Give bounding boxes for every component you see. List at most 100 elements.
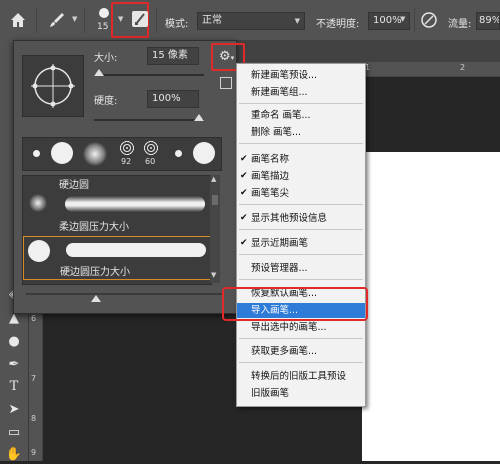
brush-stroke-preview [65,196,205,212]
menu-item-legacy-brushes[interactable]: 旧版画笔 [237,386,365,401]
rectangle-tool-icon[interactable]: ▭ [5,424,23,442]
brush-list: 硬边圆 柔边圆压力大小 硬边圆压力大小 [22,175,212,285]
menu-separator [239,362,363,363]
size-value: 15 像素 [152,50,188,61]
import-highlight-annotation [222,287,368,321]
menu-item-label: 获取更多画笔... [251,346,318,357]
hand-tool-icon[interactable]: ✋ [5,446,23,464]
mode-select-value: 正常 [202,15,222,26]
opacity-value: 100% [373,15,402,26]
small-dot-icon[interactable] [175,150,182,157]
brush-list-scrollbar[interactable]: ▲ ▼ [210,175,220,283]
menu-separator [239,229,363,230]
home-icon[interactable] [8,10,28,30]
ruler-tick-label: 2 [460,63,466,72]
brush-tip-dot [99,8,109,18]
hardness-slider-track[interactable] [94,119,204,121]
preset-size-label: 60 [145,157,156,166]
opacity-dropdown-icon[interactable]: ▼ [400,15,405,23]
brush-size-value: 15 [97,22,109,32]
brush-settings-panel-icon[interactable] [132,11,148,27]
menu-item-label: 旧版画笔 [251,388,290,399]
scroll-thumb[interactable] [212,195,218,205]
chevron-down-icon: ▼ [294,17,300,25]
menu-item-label: 显示其他预设信息 [251,213,328,224]
brush-name: 柔边圆压力大小 [59,222,129,233]
menu-item-rename-brush[interactable]: 重命名 画笔... [237,108,365,123]
textured-brush-icon[interactable] [143,140,159,156]
menu-separator [239,143,363,144]
size-input[interactable]: 15 像素 [147,47,199,65]
menu-item-get-more-brushes[interactable]: 获取更多画笔... [237,344,365,359]
type-tool-icon[interactable]: T [5,378,23,396]
menu-item-new-brush-preset[interactable]: 新建画笔预设... [237,68,365,83]
large-dot-icon[interactable] [193,142,215,164]
brush-name: 硬边圆 [59,180,89,191]
mode-select[interactable]: 正常 ▼ [197,12,305,30]
checkmark-icon: ✔ [240,154,248,164]
menu-item-export-selected-brushes[interactable]: 导出选中的画笔... [237,320,365,335]
brush-stroke-preview [66,243,206,257]
new-preset-icon[interactable] [220,77,232,89]
menu-separator [239,254,363,255]
flow-value: 89% [479,15,500,26]
list-item[interactable]: 柔边圆压力大小 [23,190,211,234]
soft-dot-icon [29,194,47,212]
menu-item-preset-manager[interactable]: 预设管理器... [237,261,365,276]
flow-label: 流量: [448,19,472,30]
gear-icon[interactable]: ⚙▾ [219,48,237,66]
scroll-up-icon[interactable]: ▲ [211,175,216,183]
brush-picker-chevron-icon[interactable]: ▼ [118,15,123,23]
flow-input[interactable]: 89% [476,12,500,30]
ruler-tick-label: 7 [31,374,37,383]
menu-item-show-recent-brushes[interactable]: ✔ 显示近期画笔 [237,236,365,251]
large-dot-icon[interactable] [51,142,73,164]
menu-item-brush-name[interactable]: ✔ 画笔名称 [237,152,365,167]
panel-resize-track[interactable] [26,293,222,295]
chevron-down-icon[interactable]: ▼ [72,15,77,23]
panel-resize-thumb[interactable] [91,295,101,302]
ruler-tick-label: 9 [31,448,37,457]
menu-separator [239,338,363,339]
menu-item-label: 转换后的旧版工具预设 [251,371,347,382]
size-label: 大小: [94,53,118,64]
hardness-value: 100% [152,93,181,104]
menu-item-label: 显示近期画笔 [251,238,309,249]
ruler-tick-label: 8 [31,414,37,423]
list-item-selected[interactable]: 硬边圆压力大小 [23,236,211,280]
menu-item-label: 预设管理器... [251,263,308,274]
brush-preset-picker: 大小: 15 像素 硬度: 100% ⚙▾ 92 60 硬边圆 柔边圆压力大小 [13,40,245,314]
textured-brush-icon[interactable] [119,140,135,156]
checkmark-icon: ✔ [240,171,248,181]
menu-item-converted-legacy-presets[interactable]: 转换后的旧版工具预设 [237,369,365,384]
path-select-icon[interactable]: ➤ [5,401,23,419]
menu-item-new-brush-group[interactable]: 新建画笔组... [237,85,365,100]
menu-item-delete-brush[interactable]: 删除 画笔... [237,125,365,140]
size-slider-track[interactable] [94,74,204,76]
brush-preview[interactable]: 15 [96,6,112,36]
hardness-input[interactable]: 100% [147,90,199,108]
document-canvas[interactable] [362,152,500,461]
brush-tool-icon[interactable] [48,11,66,29]
brush-name: 硬边圆压力大小 [60,267,130,278]
dodge-tool-icon[interactable]: ● [5,333,23,351]
hardness-slider-thumb[interactable] [194,114,204,121]
small-dot-icon[interactable] [33,150,40,157]
menu-item-brush-tip[interactable]: ✔ 画笔笔尖 [237,186,365,201]
pen-tool-icon[interactable]: ✒ [5,356,23,374]
brush-angle-preview[interactable] [22,55,84,117]
menu-separator [239,279,363,280]
soft-dot-icon[interactable] [83,142,107,166]
menu-separator [239,103,363,104]
large-dot-icon [28,240,50,262]
scroll-down-icon[interactable]: ▼ [211,271,216,279]
checkmark-icon: ✔ [240,213,248,223]
brush-panel-menu: 新建画笔预设... 新建画笔组... 重命名 画笔... 删除 画笔... ✔ 画… [236,63,366,407]
pressure-opacity-icon[interactable] [420,11,438,29]
menu-item-show-preset-info[interactable]: ✔ 显示其他预设信息 [237,211,365,226]
menu-item-brush-stroke[interactable]: ✔ 画笔描边 [237,169,365,184]
separator [84,7,85,33]
menu-item-label: 画笔描边 [251,171,290,182]
preset-size-label: 92 [121,157,132,166]
size-slider-thumb[interactable] [94,69,104,76]
